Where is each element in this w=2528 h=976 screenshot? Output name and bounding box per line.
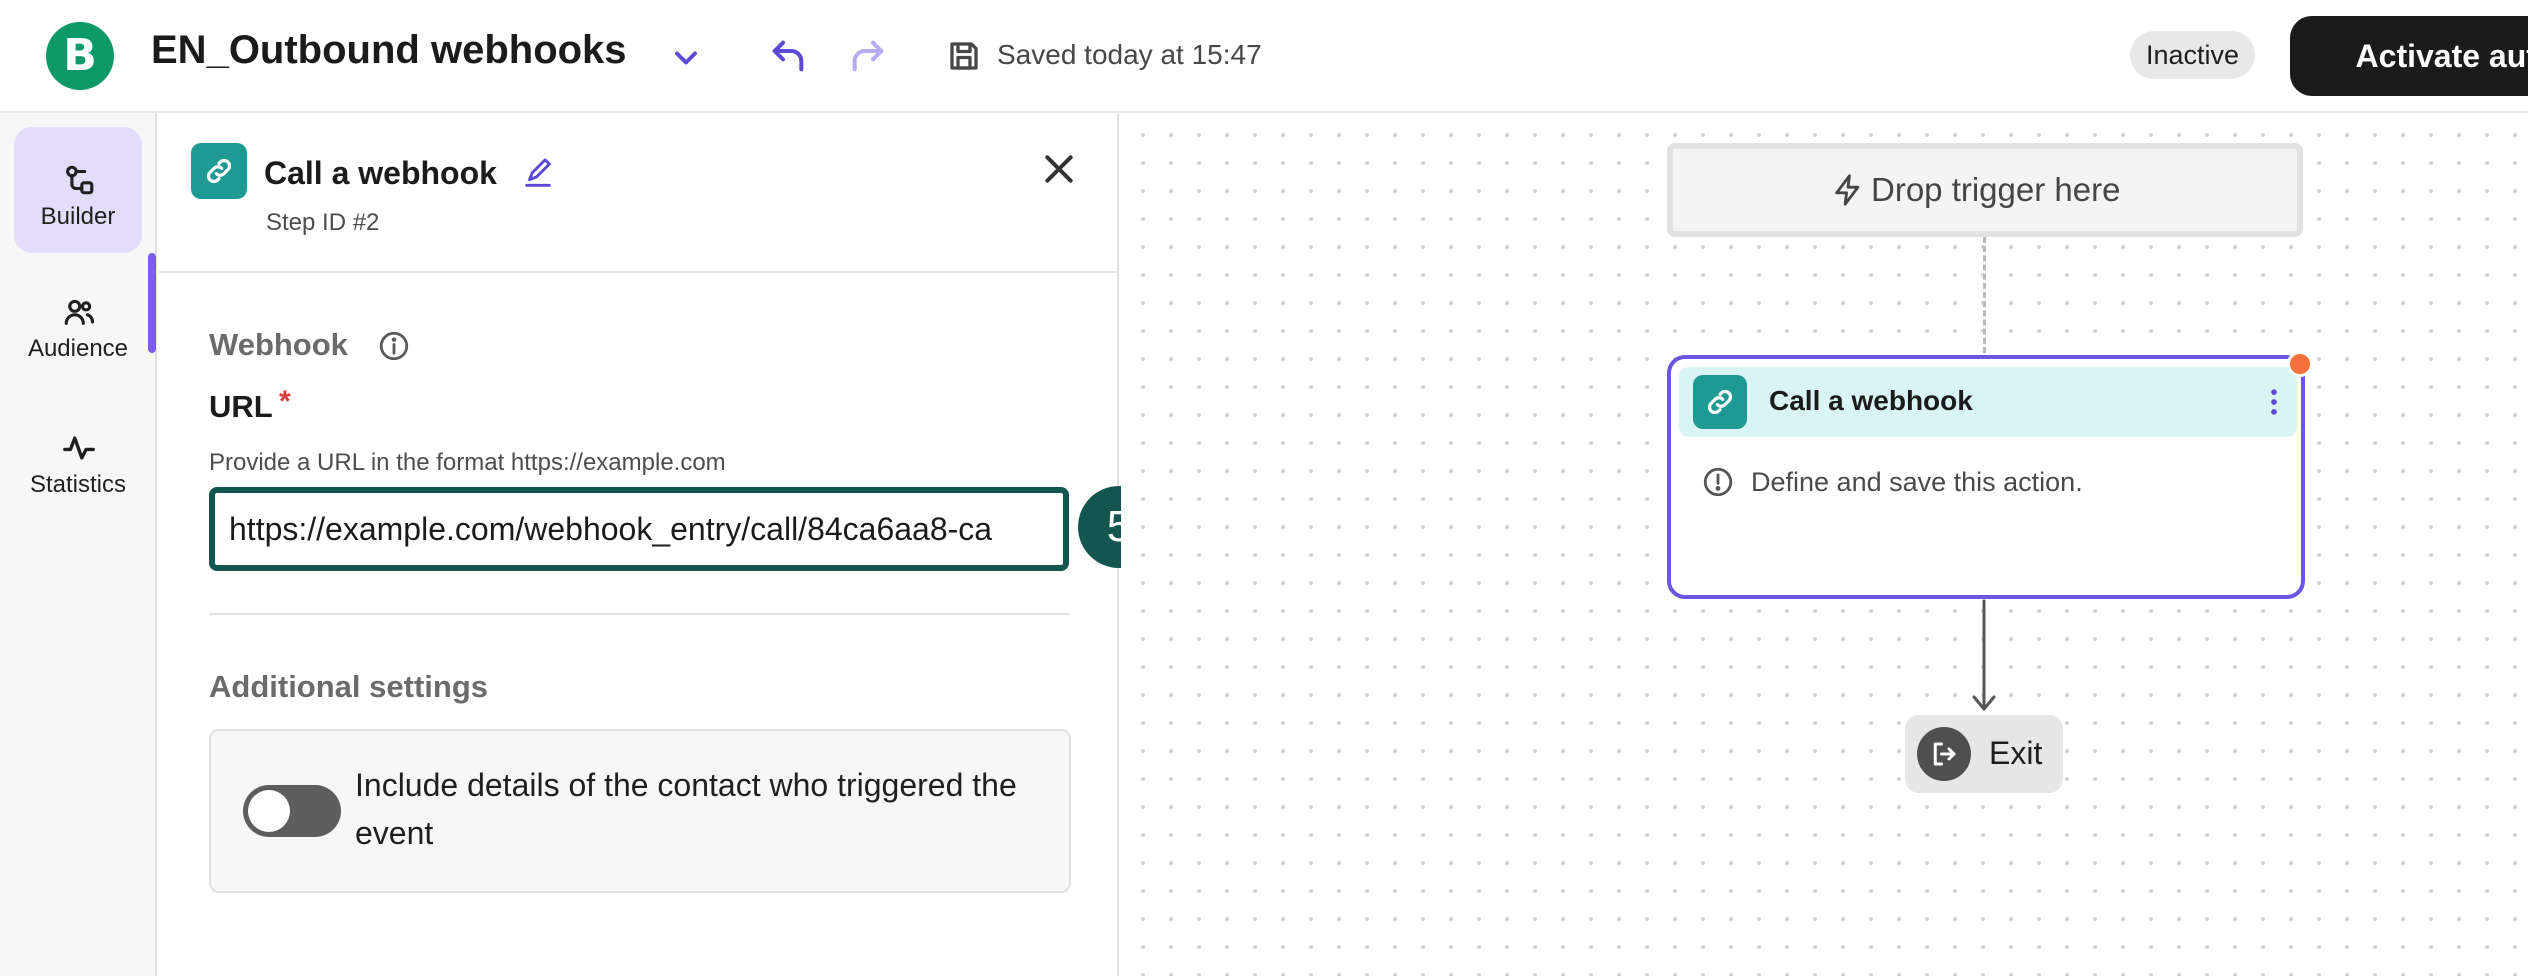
include-contact-label: Include details of the contact who trigg… [355,767,1017,851]
step-title: Call a webhook [264,155,497,191]
url-label: URL [209,389,273,424]
webhook-step-icon [191,143,247,199]
include-contact-toggle[interactable] [243,785,341,837]
close-icon[interactable] [1039,149,1079,189]
active-indicator [148,253,156,353]
nav-item-builder[interactable]: Builder [14,127,142,253]
edit-pencil-icon[interactable] [521,157,555,191]
workflow-canvas[interactable]: Drop trigger here Call a webhook Define … [1121,113,2528,976]
nav-label-statistics: Statistics [29,471,127,498]
webhook-node-icon [1693,375,1747,429]
audience-icon [64,299,95,325]
redo-icon[interactable] [848,36,888,76]
trigger-drop-zone[interactable]: Drop trigger here [1667,143,2303,237]
exit-label: Exit [1989,735,2043,771]
builder-icon [66,165,94,195]
link-icon [206,158,232,184]
alert-dot [2287,351,2313,377]
nav-label-audience: Audience [27,335,129,362]
top-bar: B EN_Outbound webhooks Saved today at 15… [0,0,2528,113]
exit-icon [1933,742,1956,766]
action-card-title: Call a webhook [1769,385,1973,416]
link-icon [1707,389,1733,415]
step-id: Step ID #2 [266,209,380,236]
chevron-down-icon[interactable] [668,40,704,76]
statistics-icon [63,436,95,460]
brand-logo[interactable]: B [46,22,114,90]
left-nav: Builder Audience Statistics [0,113,157,976]
section-divider [209,613,1069,615]
action-card-header: Call a webhook [1679,367,2297,437]
required-indicator: * [279,385,291,418]
automation-title[interactable]: EN_Outbound webhooks [151,28,627,73]
more-vertical-icon[interactable] [2257,383,2291,421]
toggle-knob [248,790,290,832]
webhook-action-card[interactable]: Call a webhook Define and save this acti… [1667,355,2305,599]
panel-header: Call a webhook Step ID #2 [159,113,1117,273]
additional-settings-title: Additional settings [209,669,488,704]
info-icon[interactable] [377,329,411,363]
save-icon [950,42,978,70]
status-badge: Inactive [2130,31,2256,79]
url-hint: Provide a URL in the format https://exam… [209,449,726,476]
webhook-section-title: Webhook [209,327,348,362]
nav-item-statistics[interactable]: Statistics [14,401,142,527]
saved-status: Saved today at 15:47 [997,39,1262,70]
exit-node-icon [1917,727,1971,781]
exit-node[interactable]: Exit [1905,715,2063,793]
activate-button[interactable]: Activate auto [2290,16,2528,96]
nav-label-builder: Builder [40,203,116,230]
action-card-message: Define and save this action. [1751,467,2083,497]
step-settings-panel: Call a webhook Step ID #2 Webhook URL * … [159,113,1119,976]
lightning-icon [1835,174,1860,206]
arrow-down-icon [1972,599,1996,711]
undo-icon[interactable] [768,36,808,76]
nav-item-audience[interactable]: Audience [14,265,142,391]
warning-icon [1703,467,1733,497]
url-input[interactable] [209,487,1069,571]
trigger-placeholder: Drop trigger here [1871,171,2121,208]
contact-details-setting: Include details of the contact who trigg… [209,729,1071,893]
